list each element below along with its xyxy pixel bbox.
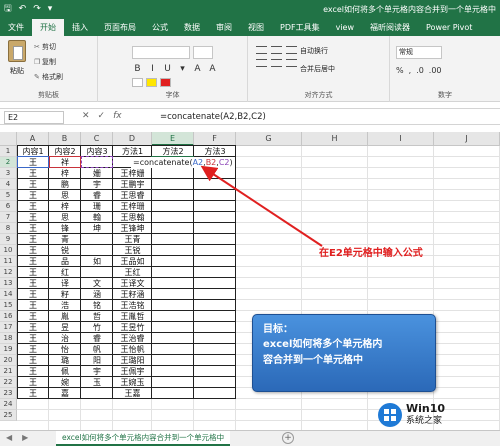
goal-line-1: excel如何将多个单元格内 [263, 339, 383, 350]
sheet-tab-bar: ◀ ▶ excel如何将多个单元格内容合并到一个单元格中 + [0, 430, 500, 446]
sheet-next-icon[interactable]: ▶ [22, 433, 28, 442]
instruction-note: 在E2单元格中输入公式 [319, 248, 423, 259]
windows-logo-icon [378, 403, 402, 427]
goal-callout: 目标： excel如何将多个单元格内 容合并到一个单元格中 [252, 314, 436, 392]
watermark-line-1: Win10 [406, 402, 446, 415]
sheet-navigation: ◀ ▶ [6, 433, 28, 442]
watermark-logo: Win10 系统之家 [378, 398, 498, 432]
goal-title: 目标： [263, 324, 293, 335]
watermark-line-2: 系统之家 [406, 416, 443, 426]
goal-line-2: 容合并到一个单元格中 [263, 355, 363, 366]
sheet-tab-active[interactable]: excel如何将多个单元格内容合并到一个单元格中 [56, 431, 231, 446]
sheet-prev-icon[interactable]: ◀ [6, 433, 12, 442]
add-sheet-button[interactable]: + [282, 432, 294, 444]
